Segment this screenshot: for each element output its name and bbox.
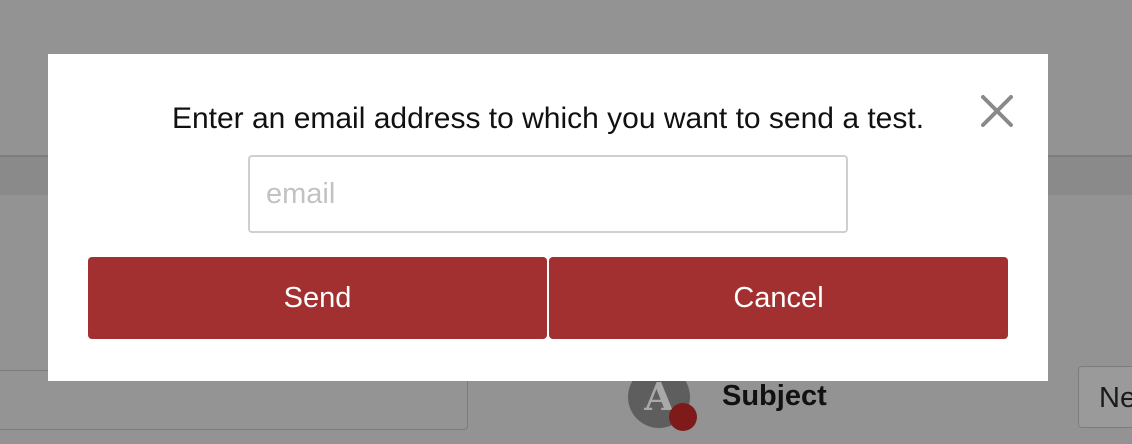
cancel-button[interactable]: Cancel [549, 257, 1008, 339]
subject-label: Subject [722, 380, 827, 412]
close-icon [981, 95, 1013, 127]
email-input[interactable] [248, 155, 848, 233]
avatar-status-dot [669, 403, 697, 431]
close-button[interactable] [978, 92, 1016, 130]
send-test-dialog: Enter an email address to which you want… [48, 54, 1048, 381]
dialog-message: Enter an email address to which you want… [171, 102, 925, 135]
send-button[interactable]: Send [88, 257, 547, 339]
background-select-field: Ne [1078, 366, 1132, 428]
